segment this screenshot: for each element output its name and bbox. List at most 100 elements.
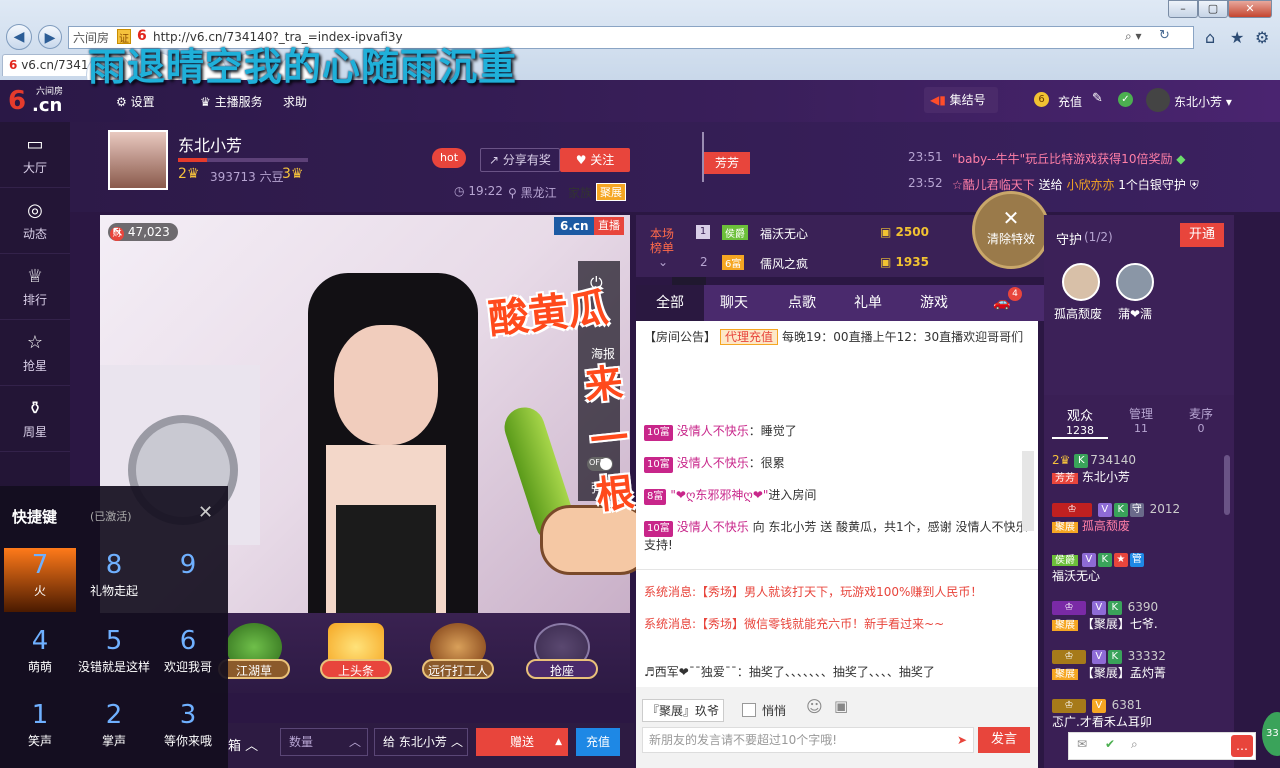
chat-user[interactable]: 没情人不快乐 xyxy=(677,456,749,470)
audience-row[interactable]: ♔ VK 33332 聚展 【聚展】孟灼菁 xyxy=(1052,649,1228,681)
event-target[interactable]: 小欣亦亦 xyxy=(1066,178,1114,192)
rank-name[interactable]: 福沃无心 xyxy=(760,225,808,242)
image-icon[interactable]: ▣ xyxy=(834,697,848,715)
edit-icon[interactable]: ✎ xyxy=(1092,91,1103,106)
gift-item[interactable]: 上头条 xyxy=(316,623,396,689)
audience-row[interactable]: ♔ V 6381 忑广.才看禾ム耳卯 xyxy=(1052,698,1228,730)
jiejie-button[interactable]: ◀▮ 集结号 xyxy=(924,87,998,113)
sidebar-item-week-star[interactable]: ⚱ 周星 xyxy=(0,386,70,452)
back-button[interactable]: ◀ xyxy=(6,24,32,50)
tab-audience[interactable]: 观众 1238 xyxy=(1052,405,1108,439)
sidebar-item-rank[interactable]: ♕ 排行 xyxy=(0,254,70,320)
user-tag: 聚展 xyxy=(1052,619,1078,631)
announce-text: 每晚19：00直播上午12：30直播欢迎哥哥们 xyxy=(782,330,1024,344)
gift-item[interactable]: 远行打工人 xyxy=(418,623,498,689)
chat-bubble-icon[interactable]: … xyxy=(1231,735,1253,757)
follow-button[interactable]: ♥ 关注 xyxy=(560,148,630,172)
open-guard-button[interactable]: 开通 xyxy=(1180,223,1224,247)
tab-gifts[interactable]: 礼单 xyxy=(834,285,902,321)
recharge-link[interactable]: 充值 xyxy=(1058,93,1082,110)
guard-member[interactable]: 孤高颓废 xyxy=(1054,305,1102,322)
help-link[interactable]: 求助 xyxy=(283,93,307,110)
tab-admins[interactable]: 管理 11 xyxy=(1114,405,1168,435)
chat-scrollbar[interactable] xyxy=(1022,451,1034,531)
speaker-tag[interactable]: 『聚展』玖爷 xyxy=(642,699,725,722)
refresh-icon[interactable]: ↻ xyxy=(1159,28,1170,43)
audience-row[interactable]: ♔ VK 6390 聚展 【聚展】七爷. xyxy=(1052,600,1228,632)
audience-row[interactable]: ♔ VK守 2012 聚展 孤高颓废 xyxy=(1052,502,1228,534)
v-badge: V xyxy=(1097,502,1112,517)
chat-user[interactable]: 没情人不快乐 xyxy=(677,520,749,534)
sidebar-item-star[interactable]: ☆ 抢星 xyxy=(0,320,70,386)
home-icon[interactable]: ⌂ xyxy=(1205,28,1215,47)
guard-avatar[interactable] xyxy=(1116,263,1154,301)
sidebar-item-dynamic[interactable]: ◎ 动态 xyxy=(0,188,70,254)
settings-link[interactable]: ⚙ 设置 xyxy=(116,93,155,110)
hotkey-item[interactable]: 7火 xyxy=(4,548,76,612)
tab-all[interactable]: 全部 xyxy=(636,285,704,321)
quantity-input[interactable]: 数量 ︿ xyxy=(280,728,368,756)
sidebar-item-label: 抢星 xyxy=(22,359,47,373)
give-button[interactable]: 赠送 ▲ xyxy=(476,728,568,756)
close-icon[interactable]: ✕ xyxy=(198,502,213,523)
close-window-button[interactable]: ✕ xyxy=(1228,0,1272,18)
clear-effects-button[interactable]: ✕ 清除特效 xyxy=(972,191,1050,269)
send-button[interactable]: 发言 xyxy=(978,727,1030,753)
emoji-icon[interactable]: ☺ xyxy=(806,697,823,716)
share-button[interactable]: ↗ 分享有奖 xyxy=(480,148,560,172)
lottery-user[interactable]: ♬西军❤¯¯独爱¯¯ xyxy=(644,665,737,679)
family-tag[interactable]: 聚展 xyxy=(596,183,626,201)
chat-user[interactable]: "❤ღ东邪邪神ღ❤" xyxy=(670,488,768,502)
anchor-service-link[interactable]: ♛ 主播服务 xyxy=(200,93,263,110)
search-icon[interactable]: ⌕ ▾ xyxy=(1125,29,1142,44)
sidebar-item-hall[interactable]: ▭ 大厅 xyxy=(0,122,70,188)
rank-name[interactable]: 儒风之疯 xyxy=(760,255,808,272)
hotkey-item[interactable]: 6 欢迎我哥 xyxy=(152,624,224,688)
avatar[interactable] xyxy=(1146,88,1170,112)
anchor-avatar[interactable] xyxy=(108,130,168,190)
hotkey-item[interactable]: 4 萌萌 xyxy=(4,624,76,688)
hotkey-item[interactable]: 3 等你来哦 xyxy=(152,698,224,762)
check-icon[interactable]: ✔ xyxy=(1105,737,1115,751)
hotkey-item[interactable]: 8 礼物走起 xyxy=(78,548,150,612)
tab-chat[interactable]: 聊天 xyxy=(700,285,768,321)
forward-button[interactable]: ▶ xyxy=(38,25,62,49)
recharge-button[interactable]: 充值 xyxy=(576,728,620,756)
guard-avatar[interactable] xyxy=(1062,263,1100,301)
floating-badge[interactable]: 33 xyxy=(1262,712,1280,756)
hotkey-item[interactable]: 9 xyxy=(152,548,224,612)
gear-icon[interactable]: ⚙ xyxy=(1255,28,1269,47)
anchor-top xyxy=(336,505,436,613)
audience-scrollbar[interactable] xyxy=(1224,455,1230,515)
hotkey-item[interactable]: 1 笑声 xyxy=(4,698,76,762)
chat-user[interactable]: 没情人不快乐 xyxy=(677,424,749,438)
maximize-button[interactable]: ▢ xyxy=(1198,0,1228,18)
minimize-button[interactable]: – xyxy=(1168,0,1198,18)
tab-mic-queue[interactable]: 麦序 0 xyxy=(1174,405,1228,435)
audience-row[interactable]: 2♛ K 734140 芳芳 东北小芳 xyxy=(1052,453,1228,485)
car-icon[interactable]: 🚗 xyxy=(968,285,1036,321)
quiet-checkbox[interactable] xyxy=(742,703,756,717)
audience-row[interactable]: 侯爵 V K ★ 管福沃无心 xyxy=(1052,551,1228,584)
site-logo[interactable]: 6 六间房 .cn xyxy=(6,84,68,118)
tab-games[interactable]: 游戏 xyxy=(900,285,968,321)
box-toggle[interactable]: 箱 ︿ xyxy=(228,735,258,754)
chevron-up-icon: ︿ xyxy=(348,735,361,749)
search-icon[interactable]: ⌕ xyxy=(1131,737,1138,752)
chat-input[interactable]: 新朋友的发言请不要超过10个字哦! ➤ xyxy=(642,727,974,753)
username-link[interactable]: 东北小芳 ▾ xyxy=(1174,93,1232,110)
level-badge: 10富 xyxy=(644,521,673,537)
event-user[interactable]: 儿君临天下 xyxy=(975,178,1035,192)
gift-item[interactable]: 抢座 xyxy=(522,623,602,689)
star-icon[interactable]: ★ xyxy=(1230,28,1244,47)
guard-member[interactable]: 蒲❤濡 xyxy=(1118,305,1152,322)
user-name: 【聚展】七爷. xyxy=(1081,616,1158,631)
agent-recharge-button[interactable]: 代理充值 xyxy=(720,329,779,345)
tab-songs[interactable]: 点歌 xyxy=(768,285,836,321)
mail-icon[interactable]: ✉ xyxy=(1077,737,1087,751)
hotkey-item[interactable]: 5 没错就是这样 xyxy=(78,624,150,688)
hotkey-item[interactable]: 2 掌声 xyxy=(78,698,150,762)
recipient-select[interactable]: 给 东北小芳 ︿ xyxy=(374,728,468,756)
hotkey-label: 没错就是这样 xyxy=(78,660,151,674)
chevron-down-icon[interactable]: ⌄ xyxy=(658,255,668,269)
